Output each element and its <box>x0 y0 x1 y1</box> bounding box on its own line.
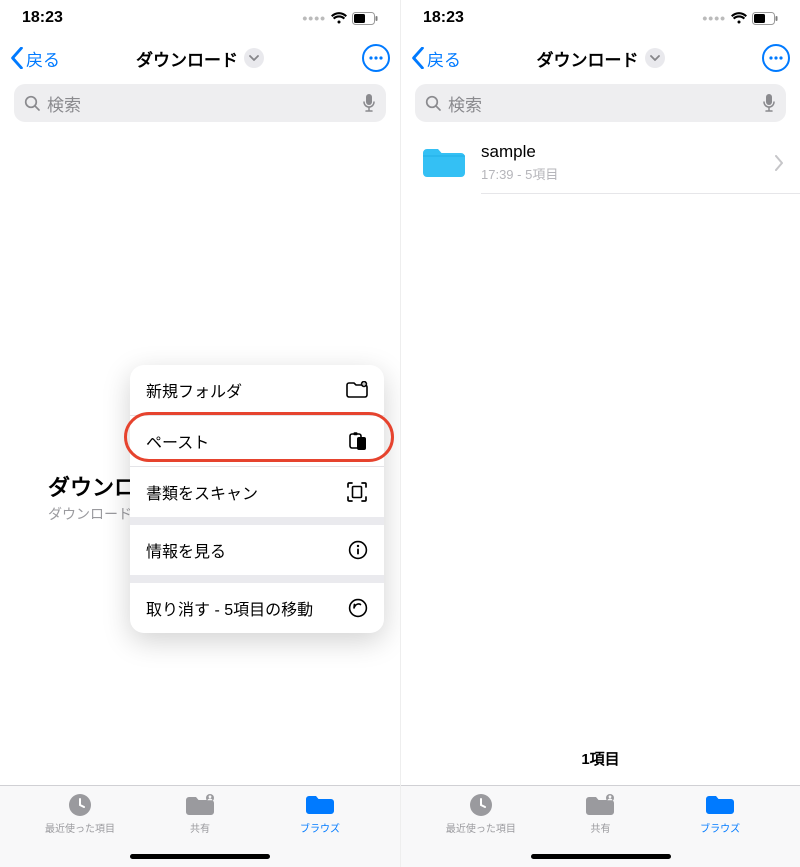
row-separator <box>481 193 800 194</box>
page-title: ダウンロード <box>136 46 238 71</box>
tab-label: 共有 <box>590 820 610 835</box>
tab-label: 最近使った項目 <box>446 820 516 835</box>
title-dropdown[interactable] <box>244 48 264 68</box>
tab-bar: 最近使った項目 共有 ブラウズ <box>401 785 800 867</box>
status-icons: •••• <box>302 10 378 26</box>
wifi-icon <box>730 11 748 25</box>
item-count: 1項目 <box>401 748 800 769</box>
mic-icon[interactable] <box>362 93 376 113</box>
menu-info[interactable]: 情報を見る <box>130 525 384 575</box>
home-indicator[interactable] <box>531 854 671 859</box>
chevron-left-icon <box>10 47 24 69</box>
title-dropdown[interactable] <box>645 48 665 68</box>
back-button[interactable]: 戻る <box>411 46 461 71</box>
info-icon <box>348 540 368 560</box>
status-time: 18:23 <box>22 9 63 27</box>
tab-label: 最近使った項目 <box>45 820 115 835</box>
tab-label: ブラウズ <box>300 820 340 835</box>
screen-left: 18:23 •••• 戻る ダウンロード 検索 ダウンロ ダウンロード <box>0 0 400 867</box>
chevron-down-icon <box>650 54 660 62</box>
shared-folder-icon <box>185 793 215 817</box>
search-icon <box>425 95 442 112</box>
folder-row[interactable]: sample 17:39 - 5項目 <box>401 132 800 193</box>
nav-bar: 戻る ダウンロード <box>401 36 800 80</box>
ellipsis-icon <box>369 56 383 60</box>
tab-browse[interactable]: ブラウズ <box>675 792 765 867</box>
chevron-left-icon <box>411 47 425 69</box>
screen-right: 18:23 •••• 戻る ダウンロード 検索 sample 17: <box>400 0 800 867</box>
more-button[interactable] <box>762 44 790 72</box>
search-field[interactable]: 検索 <box>415 84 786 122</box>
menu-label: 書類をスキャン <box>146 480 258 504</box>
menu-new-folder[interactable]: 新規フォルダ <box>130 365 384 415</box>
menu-scan[interactable]: 書類をスキャン <box>130 467 384 517</box>
status-bar: 18:23 •••• <box>401 0 800 36</box>
menu-label: 情報を見る <box>146 538 226 562</box>
chevron-right-icon <box>775 155 784 171</box>
folder-meta: 17:39 - 5項目 <box>481 164 761 183</box>
battery-icon <box>752 12 778 25</box>
shared-folder-icon <box>585 793 615 817</box>
status-bar: 18:23 •••• <box>0 0 400 36</box>
tab-recents[interactable]: 最近使った項目 <box>35 792 125 867</box>
search-placeholder: 検索 <box>448 91 756 116</box>
page-title: ダウンロード <box>537 46 639 71</box>
folder-name: sample <box>481 142 761 162</box>
ellipsis-icon <box>769 56 783 60</box>
battery-icon <box>352 12 378 25</box>
folder-icon <box>305 793 335 817</box>
menu-label: ペースト <box>146 429 209 453</box>
status-time: 18:23 <box>423 9 464 27</box>
scan-icon <box>346 481 368 503</box>
tab-label: ブラウズ <box>700 820 740 835</box>
folder-icon <box>421 144 467 182</box>
menu-paste[interactable]: ペースト <box>130 416 384 466</box>
home-indicator[interactable] <box>130 854 270 859</box>
mic-icon[interactable] <box>762 93 776 113</box>
status-icons: •••• <box>702 10 778 26</box>
back-button[interactable]: 戻る <box>10 46 60 71</box>
clock-icon <box>67 792 93 818</box>
wifi-icon <box>330 11 348 25</box>
menu-undo[interactable]: 取り消す - 5項目の移動 <box>130 583 384 633</box>
chevron-down-icon <box>249 54 259 62</box>
tab-recents[interactable]: 最近使った項目 <box>436 792 526 867</box>
nav-bar: 戻る ダウンロード <box>0 36 400 80</box>
more-button[interactable] <box>362 44 390 72</box>
search-field[interactable]: 検索 <box>14 84 386 122</box>
undo-icon <box>348 598 368 618</box>
folder-plus-icon <box>346 381 368 399</box>
clock-icon <box>468 792 494 818</box>
tab-bar: 最近使った項目 共有 ブラウズ <box>0 785 400 867</box>
cellular-dots-icon: •••• <box>302 10 326 26</box>
search-icon <box>24 95 41 112</box>
menu-label: 取り消す - 5項目の移動 <box>146 596 313 620</box>
clipboard-icon <box>348 431 368 451</box>
back-label: 戻る <box>427 46 461 71</box>
tab-browse[interactable]: ブラウズ <box>275 792 365 867</box>
search-placeholder: 検索 <box>47 91 356 116</box>
back-label: 戻る <box>26 46 60 71</box>
context-menu: 新規フォルダ ペースト 書類をスキャン 情報を見る 取り消す - 5項目の移動 <box>130 365 384 633</box>
menu-label: 新規フォルダ <box>146 378 242 402</box>
cellular-dots-icon: •••• <box>702 10 726 26</box>
folder-icon <box>705 793 735 817</box>
tab-label: 共有 <box>190 820 210 835</box>
